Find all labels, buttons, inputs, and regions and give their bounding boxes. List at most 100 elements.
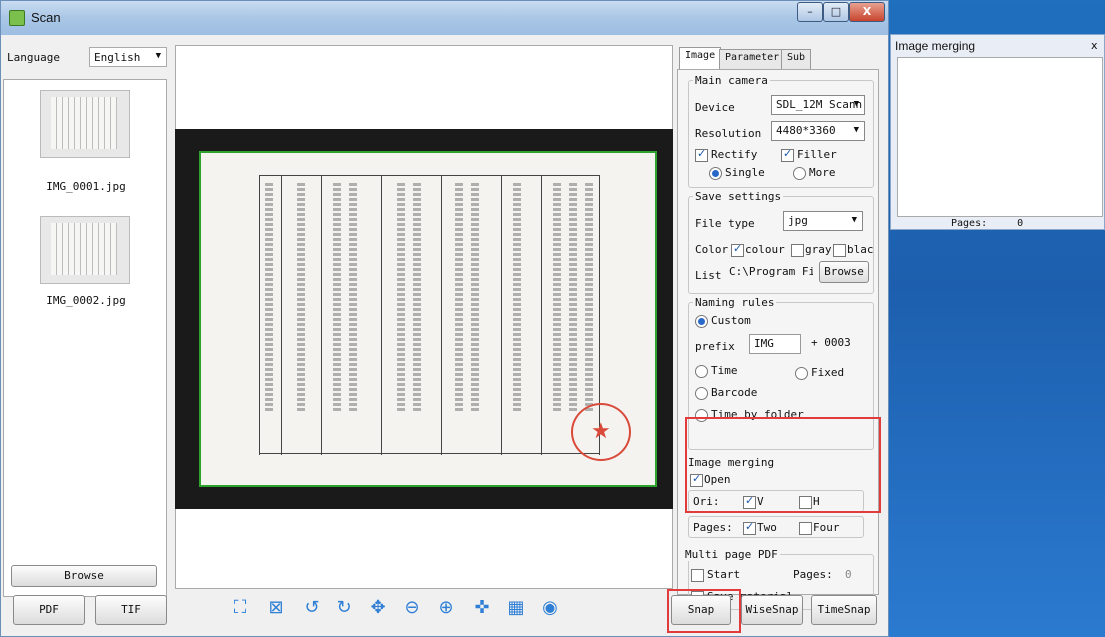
fit-icon[interactable]: ✜ (469, 595, 495, 621)
colour-label: colour (745, 243, 785, 256)
barcode-radio[interactable] (695, 387, 708, 400)
barcode-label: Barcode (711, 386, 758, 399)
time-radio[interactable] (695, 365, 708, 378)
merge-window-title: Image merging (895, 39, 976, 53)
more-label: More (809, 166, 836, 179)
snap-button[interactable]: Snap (671, 595, 731, 625)
move-icon[interactable]: ✥ (365, 595, 391, 621)
browse-button[interactable]: Browse (11, 565, 157, 587)
chevron-down-icon: ▼ (853, 125, 859, 135)
pdf-start-checkbox[interactable] (691, 569, 704, 582)
pages-four-label: Four (813, 521, 840, 534)
fixed-radio[interactable] (795, 367, 808, 380)
single-label: Single (725, 166, 765, 179)
timesnap-button[interactable]: TimeSnap (811, 595, 877, 625)
close-button[interactable]: X (849, 2, 885, 22)
chevron-down-icon: ▼ (853, 99, 859, 109)
thumbnail-list[interactable]: IMG_0001.jpg IMG_0002.jpg (3, 79, 167, 597)
merge-pages-value: 0 (1017, 218, 1024, 229)
device-select[interactable]: SDL_12M Scann ▼ (771, 95, 865, 115)
gray-label: gray (805, 243, 832, 256)
single-radio[interactable] (709, 167, 722, 180)
crop-icon[interactable]: ⊠ (263, 595, 289, 621)
film-icon[interactable]: ▦ (503, 595, 529, 621)
window-title: Scan (31, 10, 61, 25)
merge-pages-count: Pages: 0 (951, 218, 1023, 229)
prefix-label: prefix (695, 340, 735, 353)
resolution-select[interactable]: 4480*3360 ▼ (771, 121, 865, 141)
prefix-input[interactable]: IMG (749, 334, 801, 354)
zoom-in-icon[interactable]: ⊕ (433, 595, 459, 621)
wisesnap-button[interactable]: WiseSnap (741, 595, 803, 625)
thumbnail-image-1[interactable] (40, 90, 130, 158)
merge-pages-row: Pages: Two Four (688, 516, 864, 538)
naming-rules-title: Naming rules (693, 296, 777, 309)
multi-page-pdf-title: Multi page PDF (683, 548, 780, 561)
pages-two-label: Two (757, 521, 777, 534)
language-label: Language (7, 51, 60, 64)
image-tab-panel: Main camera Device SDL_12M Scann ▼ Resol… (677, 69, 879, 610)
app-icon (9, 10, 25, 26)
merge-close-button[interactable]: x (1091, 39, 1098, 52)
list-label: List (695, 269, 722, 282)
tif-button[interactable]: TIF (95, 595, 167, 625)
save-settings-group: Save settings File type jpg ▼ Color colo… (688, 190, 874, 294)
color-label: Color (695, 243, 729, 256)
fixed-label: Fixed (811, 366, 845, 379)
black-label: black (847, 243, 873, 256)
merge-pages-label: Pages: (693, 521, 733, 534)
filler-label: Filler (797, 148, 837, 161)
thumbnail-label-2: IMG_0002.jpg (46, 294, 126, 307)
counter-input[interactable]: + 0003 (807, 334, 869, 354)
pdf-pages-label: Pages: (793, 568, 833, 581)
image-merging-highlight (685, 417, 881, 513)
time-label: Time (711, 364, 738, 377)
custom-label: Custom (711, 314, 751, 327)
zoom-out-icon[interactable]: ⊖ (399, 595, 425, 621)
save-settings-title: Save settings (693, 190, 784, 203)
language-value: English (94, 51, 141, 64)
resolution-label: Resolution (695, 127, 762, 140)
title-bar[interactable]: Scan – □ X (1, 1, 888, 35)
thumbnail-label-1: IMG_0001.jpg (46, 180, 126, 193)
image-merging-window: Image merging x Pages: 0 (890, 34, 1105, 230)
more-radio[interactable] (793, 167, 806, 180)
pdf-button[interactable]: PDF (13, 595, 85, 625)
pages-two-checkbox[interactable] (743, 520, 756, 535)
filler-checkbox[interactable] (781, 147, 794, 162)
stamp-star-icon: ★ (591, 419, 611, 444)
pages-four-checkbox[interactable] (799, 522, 812, 535)
maximize-button[interactable]: □ (823, 2, 849, 22)
device-value: SDL_12M Scann (776, 98, 863, 111)
thumbnail-image-2[interactable] (40, 216, 130, 284)
save-browse-button[interactable]: Browse (819, 261, 869, 283)
pdf-pages-value: 0 (845, 568, 852, 581)
file-type-label: File type (695, 217, 755, 230)
merge-preview (897, 57, 1103, 217)
camera-icon[interactable]: ◉ (537, 595, 563, 621)
file-type-select[interactable]: jpg ▼ (783, 211, 863, 231)
resolution-value: 4480*3360 (776, 124, 836, 137)
minimize-button[interactable]: – (797, 2, 823, 22)
focus-icon[interactable]: ⛶ (227, 595, 253, 621)
chevron-down-icon: ▼ (851, 215, 857, 225)
client-area: Language English ▼ IMG_0001.jpg IMG_0002… (1, 35, 888, 636)
main-camera-group: Main camera Device SDL_12M Scann ▼ Resol… (688, 74, 874, 188)
merge-pages-label: Pages: (951, 218, 988, 229)
black-checkbox[interactable] (833, 244, 846, 257)
rotate-right-icon[interactable]: ↻ (331, 595, 357, 621)
colour-checkbox[interactable] (731, 242, 744, 257)
custom-radio[interactable] (695, 315, 708, 328)
pdf-start-label: Start (707, 568, 741, 581)
list-path: C:\Program File (729, 265, 813, 278)
main-camera-title: Main camera (693, 74, 770, 87)
chevron-down-icon: ▼ (155, 51, 161, 61)
scan-window: Scan – □ X Language English ▼ IMG_0001.j… (0, 0, 889, 637)
file-type-value: jpg (788, 214, 808, 227)
rectify-checkbox[interactable] (695, 147, 708, 162)
gray-checkbox[interactable] (791, 244, 804, 257)
device-label: Device (695, 101, 735, 114)
language-select[interactable]: English ▼ (89, 47, 167, 67)
rotate-left-icon[interactable]: ↺ (299, 595, 325, 621)
rectify-label: Rectify (711, 148, 758, 161)
